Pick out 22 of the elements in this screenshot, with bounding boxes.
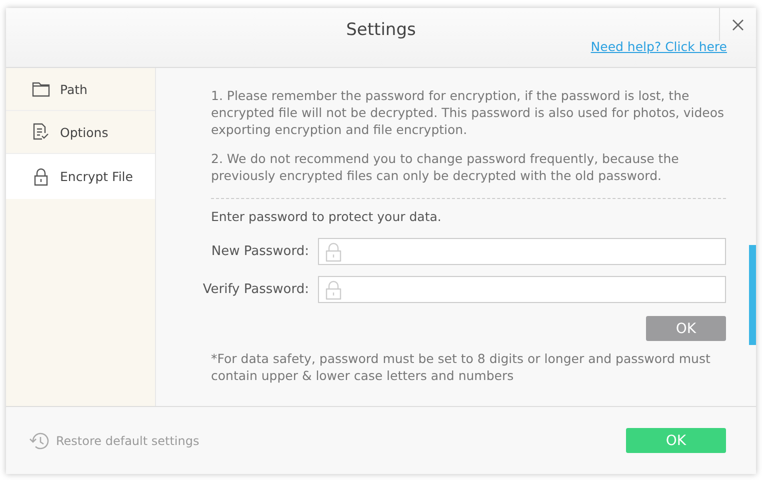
sidebar-item[interactable]: Encrypt File bbox=[6, 154, 155, 199]
history-icon bbox=[28, 430, 50, 450]
password-hint: *For data safety, password must be set to 8 digits or longer and password must contain upper & lower case letters and numbers bbox=[211, 350, 711, 384]
restore-defaults-button[interactable]: Restore default settings bbox=[28, 430, 200, 450]
scrollbar-thumb[interactable] bbox=[749, 245, 756, 345]
note-paragraph: 1. Please remember the password for encryption, if the password is lost, the encrypted file will not be decrypted. This password is also used for photos, videos exporting encryption and file encryption. bbox=[211, 87, 725, 138]
sidebar-item[interactable]: Path bbox=[6, 68, 155, 111]
document-check-icon bbox=[32, 123, 50, 141]
help-link[interactable]: Need help? Click here bbox=[590, 39, 727, 54]
lock-icon bbox=[325, 242, 342, 262]
dialog-title: Settings bbox=[346, 20, 416, 40]
password-prompt: Enter password to protect your data. bbox=[211, 209, 442, 224]
ok-button[interactable]: OK bbox=[626, 428, 726, 453]
password-field[interactable] bbox=[318, 276, 726, 303]
password-field[interactable] bbox=[318, 238, 726, 265]
folder-icon bbox=[32, 81, 50, 97]
lock-icon bbox=[325, 280, 342, 300]
field-label: New Password: bbox=[210, 244, 309, 259]
lock-icon bbox=[33, 168, 49, 186]
close-icon bbox=[732, 18, 744, 30]
note-paragraph: 2. We do not recommend you to change password frequently, because the previously encrypted files can only be decrypted with the old password. bbox=[211, 150, 680, 184]
field-label: Verify Password: bbox=[202, 282, 309, 297]
